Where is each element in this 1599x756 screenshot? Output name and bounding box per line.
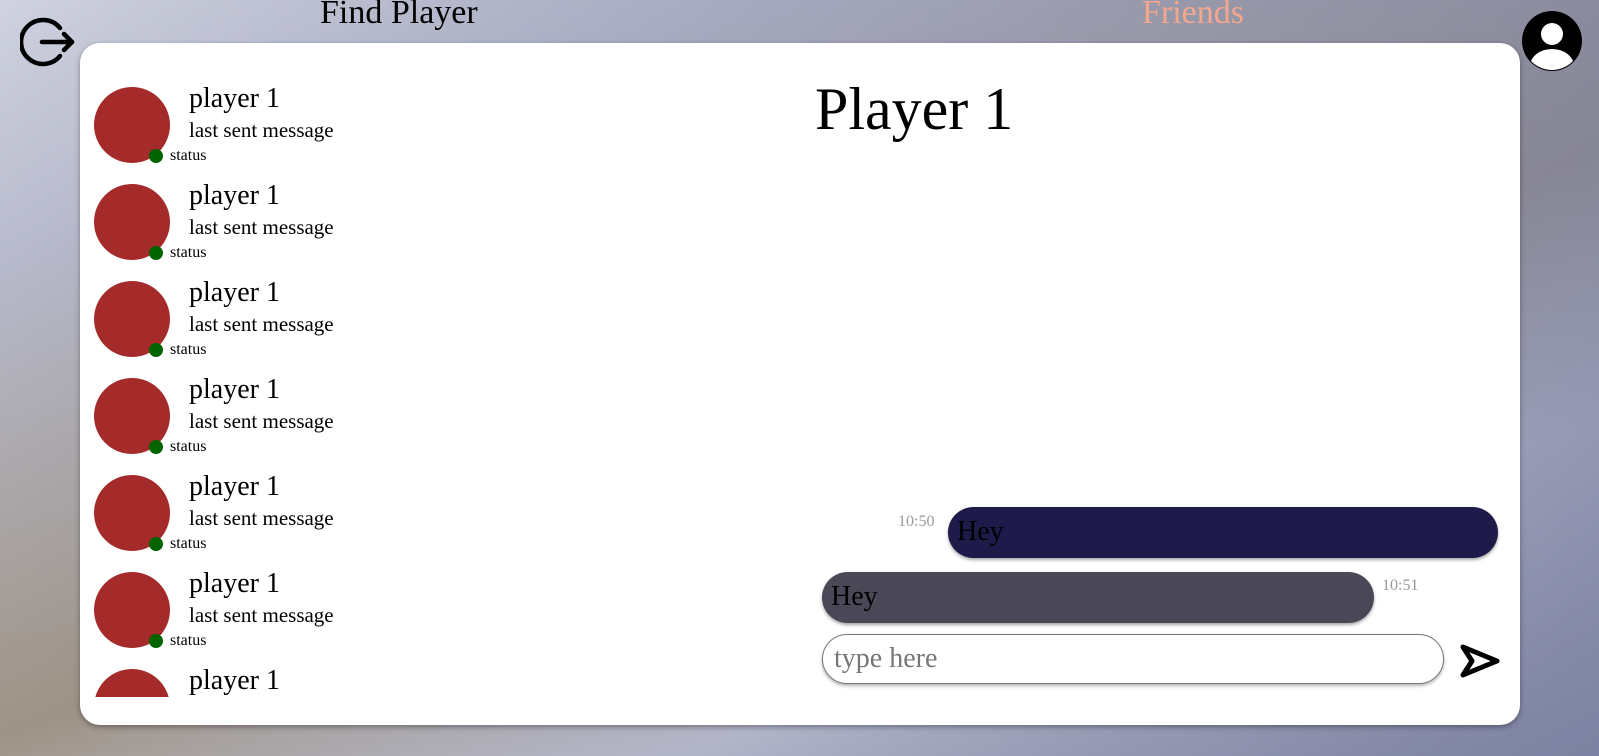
friend-last-message: last sent message	[189, 603, 334, 627]
online-status-dot	[149, 343, 163, 357]
chat-title: Player 1	[815, 76, 1014, 142]
friend-item[interactable]: player 1 last sent message status	[92, 87, 472, 184]
main-panel: player 1 last sent message status player…	[80, 43, 1520, 725]
friend-last-message: last sent message	[189, 506, 334, 530]
message-timestamp: 10:51	[1382, 577, 1419, 594]
user-avatar-icon[interactable]	[1521, 10, 1583, 72]
logout-icon[interactable]	[20, 14, 76, 70]
friend-item[interactable]: player 1 last sent message status	[92, 180, 472, 281]
friend-name: player 1	[189, 471, 280, 502]
friend-status: status	[170, 535, 207, 552]
online-status-dot	[149, 634, 163, 648]
friend-name: player 1	[189, 180, 280, 211]
friend-avatar	[94, 669, 170, 697]
friend-name: player 1	[189, 665, 280, 696]
friend-item[interactable]: player 1 last sent message status	[92, 374, 472, 475]
sent-message-bubble: Hey	[948, 507, 1498, 558]
nav-find-player[interactable]: Find Player	[320, 0, 478, 32]
nav-friends[interactable]: Friends	[1142, 0, 1244, 32]
friend-last-message: last sent message	[189, 215, 334, 239]
message-timestamp: 10:50	[898, 513, 935, 530]
received-message-bubble: Hey	[822, 572, 1374, 623]
friend-last-message: last sent message	[189, 312, 334, 336]
message-input[interactable]	[832, 635, 1426, 683]
friend-last-message: last sent message	[189, 118, 334, 142]
friend-name: player 1	[189, 87, 280, 114]
friends-list[interactable]: player 1 last sent message status player…	[92, 87, 472, 697]
send-icon[interactable]	[1460, 643, 1500, 679]
online-status-dot	[149, 537, 163, 551]
friend-status: status	[170, 244, 207, 261]
online-status-dot	[149, 149, 163, 163]
friend-item[interactable]: player 1 last sent message status	[92, 471, 472, 572]
online-status-dot	[149, 246, 163, 260]
friend-status: status	[170, 632, 207, 649]
online-status-dot	[149, 440, 163, 454]
friend-name: player 1	[189, 277, 280, 308]
friend-item[interactable]: player 1	[92, 665, 472, 697]
friend-last-message: last sent message	[189, 409, 334, 433]
friend-name: player 1	[189, 374, 280, 405]
message-input-container	[822, 634, 1444, 684]
friend-status: status	[170, 438, 207, 455]
friend-item[interactable]: player 1 last sent message status	[92, 568, 472, 669]
friend-item[interactable]: player 1 last sent message status	[92, 277, 472, 378]
friend-status: status	[170, 341, 207, 358]
friend-name: player 1	[189, 568, 280, 599]
friend-status: status	[170, 147, 207, 164]
